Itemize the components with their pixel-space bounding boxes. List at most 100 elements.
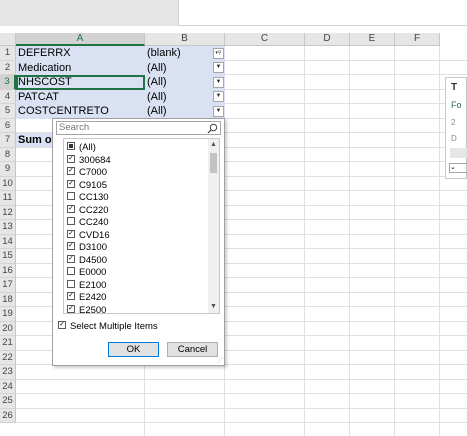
filter-item-label: E0000 [79, 267, 107, 278]
row-header-14[interactable]: 14 [0, 234, 16, 249]
side-panel-field-box[interactable] [450, 148, 467, 158]
filter-item[interactable]: (All) [67, 142, 96, 154]
filter-item-label: (All) [79, 142, 96, 153]
checkbox-icon[interactable]: ✓ [67, 254, 75, 263]
row-header-25[interactable]: 25 [0, 394, 16, 409]
row-header-1[interactable]: 1 [0, 46, 16, 61]
filter-item[interactable]: CC130 [67, 192, 109, 204]
column-header-f[interactable]: F [395, 33, 440, 46]
row-header-6[interactable]: 6 [0, 118, 16, 133]
row-header-15[interactable]: 15 [0, 249, 16, 264]
dropdown-arrow-icon[interactable]: ▼ [213, 76, 224, 88]
list-scrollbar[interactable]: ▲ ▼ [208, 139, 219, 313]
row-header-13[interactable]: 13 [0, 220, 16, 235]
filter-item-label: CVD16 [79, 229, 110, 241]
row-header-11[interactable]: 11 [0, 191, 16, 206]
search-placeholder: Search [59, 122, 90, 133]
column-header-a[interactable]: A [16, 33, 145, 46]
checkbox-icon[interactable]: ✓ [67, 292, 75, 301]
side-panel-text-1: 2 [451, 118, 456, 127]
row-header-18[interactable]: 18 [0, 292, 16, 307]
gridline [304, 46, 305, 436]
row-header-12[interactable]: 12 [0, 205, 16, 220]
pivot-filter-field[interactable]: PATCAT [18, 90, 59, 104]
select-multiple-checkbox[interactable]: ✓ Select Multiple Items [58, 321, 158, 333]
filter-applied-icon[interactable]: ▾⚲ [213, 47, 224, 59]
column-header-c[interactable]: C [225, 33, 305, 46]
row-header-7[interactable]: 7 [0, 133, 16, 148]
filter-item-label: D4500 [79, 254, 107, 266]
row-header-19[interactable]: 19 [0, 307, 16, 322]
row-header-23[interactable]: 23 [0, 365, 16, 380]
filter-item-label: E2500 [79, 304, 107, 314]
dropdown-arrow-icon[interactable]: ▼ [213, 105, 224, 117]
pivot-filter-value[interactable]: (All) [147, 75, 167, 89]
row-header-22[interactable]: 22 [0, 350, 16, 365]
row-header-9[interactable]: 9 [0, 162, 16, 177]
filter-item[interactable]: CC240 [67, 217, 109, 229]
row-header-10[interactable]: 10 [0, 176, 16, 191]
scroll-thumb[interactable] [210, 153, 217, 173]
checkbox-icon[interactable]: ✓ [67, 179, 75, 188]
column-header-d[interactable]: D [305, 33, 350, 46]
filter-item[interactable]: ✓ 300684 [67, 155, 111, 167]
sum-of-label: Sum of [18, 134, 56, 146]
scroll-up-icon[interactable]: ▲ [208, 139, 219, 151]
filter-item[interactable]: ✓ E2420 [67, 292, 106, 304]
row-header-24[interactable]: 24 [0, 379, 16, 394]
pivot-filter-value[interactable]: (All) [147, 104, 167, 118]
checkbox-icon[interactable] [67, 192, 75, 201]
filter-item[interactable]: ✓ C7000 [67, 167, 107, 179]
toolbar-area [0, 0, 178, 26]
filter-items-list[interactable]: (All) ✓ 300684 ✓ C7000 ✓ C9105 CC130 ✓ CC220 CC240… [63, 138, 220, 314]
side-panel-link[interactable]: Fo [451, 100, 462, 110]
dropdown-arrow-icon[interactable]: ▼ [213, 91, 224, 102]
checkbox-icon[interactable]: ✓ [67, 242, 75, 251]
row-header-26[interactable]: 26 [0, 408, 16, 423]
checkbox-icon[interactable] [67, 142, 75, 151]
filter-item[interactable]: E0000 [67, 267, 106, 279]
filter-item[interactable]: ✓ D4500 [67, 255, 107, 267]
checkbox-icon[interactable]: ✓ [67, 304, 75, 313]
checkbox-icon[interactable]: ✓ [67, 229, 75, 238]
cancel-button[interactable]: Cancel [167, 342, 218, 357]
pivot-filter-field[interactable]: Medication [18, 61, 71, 75]
checkbox-icon[interactable] [67, 217, 75, 226]
dropdown-arrow-icon[interactable]: ▼ [213, 62, 224, 73]
filter-item[interactable]: ✓ D3100 [67, 242, 107, 254]
scroll-down-icon[interactable]: ▼ [208, 301, 219, 313]
gridline [349, 46, 350, 436]
checkbox-icon[interactable] [67, 267, 75, 276]
checkbox-icon[interactable]: ✓ [67, 154, 75, 163]
ok-button[interactable]: OK [108, 342, 159, 357]
row-header-21[interactable]: 21 [0, 336, 16, 351]
gridline [16, 393, 467, 394]
filter-item[interactable]: ✓ C9105 [67, 180, 107, 192]
row-header-3[interactable]: 3 [0, 75, 16, 90]
side-panel-dropdown[interactable]: ⌄ [449, 163, 467, 173]
row-header-20[interactable]: 20 [0, 321, 16, 336]
checkbox-icon[interactable] [67, 279, 75, 288]
row-header-8[interactable]: 8 [0, 147, 16, 162]
row-header-4[interactable]: 4 [0, 89, 16, 104]
pivot-filter-value[interactable]: (All) [147, 61, 167, 75]
row-header-5[interactable]: 5 [0, 104, 16, 119]
pivot-filter-field[interactable]: DEFERRX [18, 46, 71, 60]
filter-item[interactable]: ✓ CC220 [67, 205, 109, 217]
filter-item[interactable]: ✓ E2500 [67, 304, 107, 314]
search-input[interactable]: Search [56, 121, 221, 135]
select-all-corner[interactable] [0, 33, 16, 46]
pivot-filter-value[interactable]: (All) [147, 90, 167, 104]
row-header-17[interactable]: 17 [0, 278, 16, 293]
checkbox-icon[interactable]: ✓ [67, 167, 75, 176]
row-header-2[interactable]: 2 [0, 60, 16, 75]
filter-item[interactable]: ✓ CVD16 [67, 230, 110, 242]
filter-item[interactable]: E2100 [67, 280, 106, 292]
resize-grip-icon[interactable]: ⋰ [217, 358, 223, 364]
row-header-16[interactable]: 16 [0, 263, 16, 278]
pivot-filter-field[interactable]: COSTCENTRETO [18, 104, 109, 118]
column-header-b[interactable]: B [145, 33, 225, 46]
column-header-e[interactable]: E [350, 33, 395, 46]
checkbox-icon[interactable]: ✓ [67, 204, 75, 213]
pivot-filter-value[interactable]: (blank) [147, 46, 181, 60]
